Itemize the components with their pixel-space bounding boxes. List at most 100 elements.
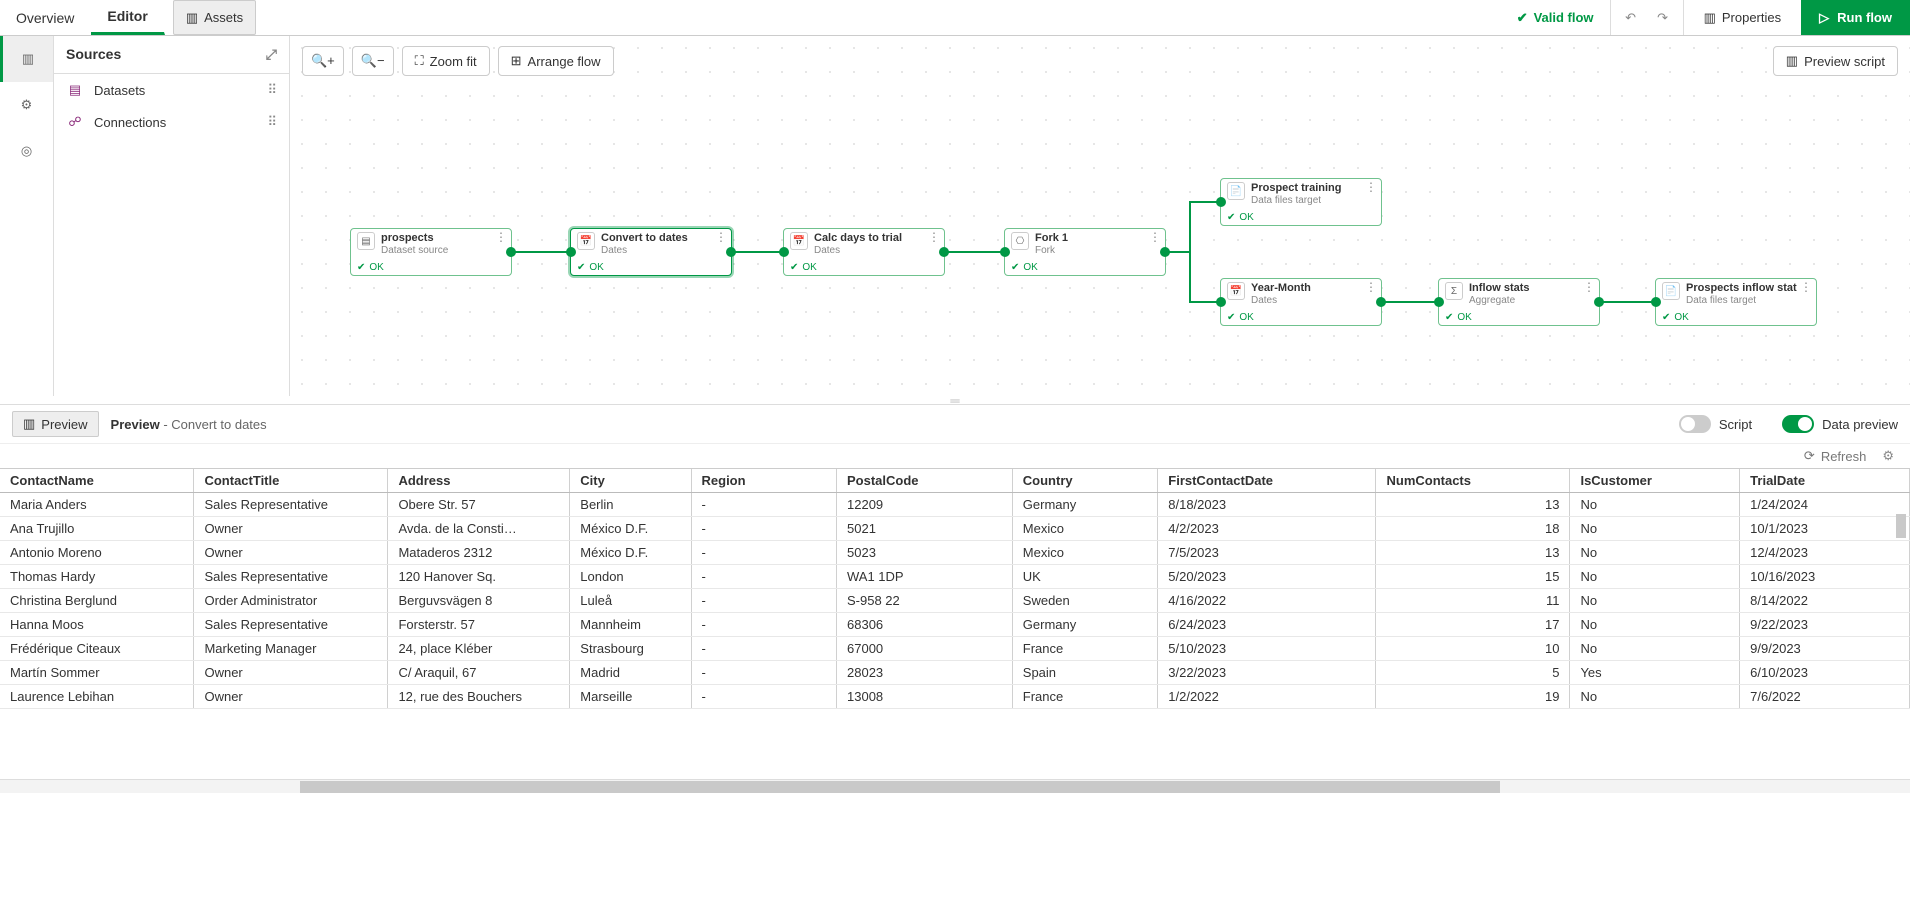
horizontal-scrollbar[interactable]	[0, 779, 1910, 793]
flow-canvas[interactable]: 🔍+ 🔍− ⛶ Zoom fit ⊞ Arrange flow ▥ Previe…	[290, 36, 1910, 396]
node-status: ✔OK	[1227, 212, 1254, 223]
run-flow-label: Run flow	[1837, 10, 1892, 25]
node-prospects[interactable]: ▤ prospects Dataset source ⋮ ✔OK	[350, 228, 512, 276]
drag-handle-icon[interactable]: ⠿	[267, 82, 277, 98]
node-year-month[interactable]: 📅 Year-Month Dates ⋮ ✔OK	[1220, 278, 1382, 326]
kebab-icon[interactable]: ⋮	[1365, 281, 1377, 293]
table-cell: 18	[1376, 517, 1570, 541]
script-toggle[interactable]	[1679, 415, 1711, 433]
play-icon: ▷	[1819, 10, 1829, 26]
data-preview-table[interactable]: ContactNameContactTitleAddressCityRegion…	[0, 469, 1910, 779]
panel-resize-grip[interactable]: ═	[0, 396, 1910, 404]
arrange-flow-button[interactable]: ⊞ Arrange flow	[498, 46, 614, 76]
table-cell: Strasbourg	[570, 637, 691, 661]
input-port[interactable]	[1651, 297, 1661, 307]
node-prospect-training[interactable]: 📄 Prospect training Data files target ⋮ …	[1220, 178, 1382, 226]
output-port[interactable]	[1160, 247, 1170, 257]
preview-panel-button[interactable]: ▥ Preview	[12, 411, 99, 437]
output-port[interactable]	[726, 247, 736, 257]
kebab-icon[interactable]: ⋮	[1583, 281, 1595, 293]
redo-button[interactable]: ↷	[1651, 6, 1675, 30]
dates-icon: 📅	[790, 232, 808, 250]
input-port[interactable]	[1434, 297, 1444, 307]
undo-button[interactable]: ↶	[1619, 6, 1643, 30]
column-header[interactable]: Address	[388, 469, 570, 493]
column-header[interactable]: FirstContactDate	[1158, 469, 1376, 493]
rail-processors[interactable]: ⚙	[0, 82, 53, 128]
zoom-fit-button[interactable]: ⛶ Zoom fit	[402, 46, 490, 76]
refresh-button[interactable]: ⟳ Refresh	[1804, 448, 1866, 464]
table-cell: 19	[1376, 685, 1570, 709]
table-cell: Owner	[194, 661, 388, 685]
table-row[interactable]: Christina BerglundOrder AdministratorBer…	[0, 589, 1910, 613]
sources-title: Sources	[66, 46, 121, 63]
column-header[interactable]: Region	[691, 469, 836, 493]
assets-label: Assets	[204, 10, 243, 25]
settings-icon[interactable]: ⚙	[1882, 448, 1894, 464]
column-header[interactable]: ContactName	[0, 469, 194, 493]
table-row[interactable]: Antonio MorenoOwnerMataderos 2312México …	[0, 541, 1910, 565]
column-header[interactable]: Country	[1012, 469, 1157, 493]
kebab-icon[interactable]: ⋮	[495, 231, 507, 243]
scrollbar-thumb[interactable]	[300, 781, 1500, 793]
kebab-icon[interactable]: ⋮	[715, 231, 727, 243]
kebab-icon[interactable]: ⋮	[1149, 231, 1161, 243]
table-row[interactable]: Frédérique CiteauxMarketing Manager24, p…	[0, 637, 1910, 661]
table-row[interactable]: Ana TrujilloOwnerAvda. de la Consti…Méxi…	[0, 517, 1910, 541]
column-header[interactable]: City	[570, 469, 691, 493]
kebab-icon[interactable]: ⋮	[1800, 281, 1812, 293]
rail-sources[interactable]: ▥	[0, 36, 53, 82]
kebab-icon[interactable]: ⋮	[1365, 181, 1377, 193]
table-row[interactable]: Hanna MoosSales RepresentativeForsterstr…	[0, 613, 1910, 637]
table-row[interactable]: Laurence LebihanOwner12, rue des Boucher…	[0, 685, 1910, 709]
column-header[interactable]: NumContacts	[1376, 469, 1570, 493]
tab-overview[interactable]: Overview	[0, 0, 91, 35]
zoom-in-button[interactable]: 🔍+	[302, 46, 344, 76]
assets-button[interactable]: ▥ Assets	[173, 0, 256, 35]
expand-icon[interactable]: ⤢	[266, 46, 277, 63]
kebab-icon[interactable]: ⋮	[928, 231, 940, 243]
table-row[interactable]: Thomas HardySales Representative120 Hano…	[0, 565, 1910, 589]
source-connections[interactable]: ☍ Connections ⠿	[54, 106, 289, 138]
output-port[interactable]	[1376, 297, 1386, 307]
column-header[interactable]: PostalCode	[837, 469, 1013, 493]
panel-icon: ▥	[23, 416, 35, 432]
node-convert-to-dates[interactable]: 📅 Convert to dates Dates ⋮ ✔OK	[570, 228, 732, 276]
input-port[interactable]	[566, 247, 576, 257]
node-subtitle: Data files target	[1251, 195, 1341, 207]
node-subtitle: Fork	[1035, 245, 1068, 257]
table-row[interactable]: Martín SommerOwnerC/ Araquil, 67Madrid-2…	[0, 661, 1910, 685]
node-prospects-inflow-stat[interactable]: 📄 Prospects inflow stat Data files targe…	[1655, 278, 1817, 326]
table-cell: México D.F.	[570, 541, 691, 565]
column-header[interactable]: TrialDate	[1740, 469, 1910, 493]
input-port[interactable]	[779, 247, 789, 257]
column-header[interactable]: IsCustomer	[1570, 469, 1740, 493]
input-port[interactable]	[1216, 297, 1226, 307]
node-fork[interactable]: ⎔ Fork 1 Fork ⋮ ✔OK	[1004, 228, 1166, 276]
source-datasets[interactable]: ▤ Datasets ⠿	[54, 74, 289, 106]
table-cell: No	[1570, 637, 1740, 661]
table-cell: No	[1570, 517, 1740, 541]
input-port[interactable]	[1216, 197, 1226, 207]
tab-editor[interactable]: Editor	[91, 0, 164, 35]
table-cell: Ana Trujillo	[0, 517, 194, 541]
properties-button[interactable]: ▥ Properties	[1692, 6, 1794, 30]
rail-targets[interactable]: ◎	[0, 128, 53, 174]
table-cell: 1/2/2022	[1158, 685, 1376, 709]
drag-handle-icon[interactable]: ⠿	[267, 114, 277, 130]
output-port[interactable]	[1594, 297, 1604, 307]
run-flow-button[interactable]: ▷ Run flow	[1801, 0, 1910, 35]
output-port[interactable]	[939, 247, 949, 257]
node-calc-days[interactable]: 📅 Calc days to trial Dates ⋮ ✔OK	[783, 228, 945, 276]
table-cell: Thomas Hardy	[0, 565, 194, 589]
input-port[interactable]	[1000, 247, 1010, 257]
vertical-scrollbar-thumb[interactable]	[1896, 514, 1906, 538]
table-row[interactable]: Maria AndersSales RepresentativeObere St…	[0, 493, 1910, 517]
column-header[interactable]: ContactTitle	[194, 469, 388, 493]
node-inflow-stats[interactable]: Σ Inflow stats Aggregate ⋮ ✔OK	[1438, 278, 1600, 326]
zoom-out-button[interactable]: 🔍−	[352, 46, 394, 76]
data-preview-toggle[interactable]	[1782, 415, 1814, 433]
preview-script-button[interactable]: ▥ Preview script	[1773, 46, 1898, 76]
output-port[interactable]	[506, 247, 516, 257]
preview-header: ▥ Preview Preview - Convert to dates Scr…	[0, 404, 1910, 444]
